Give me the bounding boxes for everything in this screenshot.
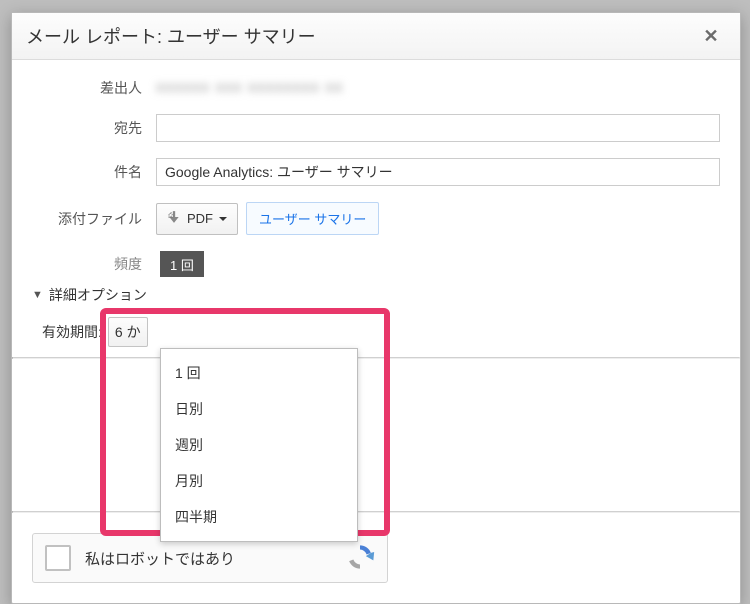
recaptcha-text: 私はロボットではあり: [85, 548, 345, 569]
to-input[interactable]: [156, 114, 720, 142]
row-subject: 件名: [32, 158, 720, 186]
frequency-option[interactable]: 日別: [161, 391, 357, 427]
triangle-down-icon: ▼: [32, 289, 43, 301]
recaptcha-checkbox[interactable]: [45, 545, 71, 571]
lower-area: 私はロボットではあり: [12, 359, 740, 603]
recaptcha-icon: [345, 542, 375, 575]
dialog-close-button[interactable]: ✕: [696, 21, 726, 51]
email-report-dialog: メール レポート: ユーザー サマリー ✕ 差出人 xxxxxx xxx xxx…: [11, 12, 741, 604]
message-body-area[interactable]: [12, 359, 740, 511]
frequency-option[interactable]: 四半期: [161, 499, 357, 535]
pdf-icon: ⎙: [167, 210, 181, 227]
svg-text:⎙: ⎙: [168, 213, 174, 220]
duration-selected-label: 6 か: [115, 322, 141, 342]
label-subject: 件名: [32, 162, 156, 182]
frequency-option[interactable]: 月別: [161, 463, 357, 499]
label-attachment: 添付ファイル: [32, 209, 156, 229]
attachment-format-label: PDF: [187, 211, 213, 226]
frequency-dropdown-button[interactable]: 1 回: [160, 251, 204, 277]
row-sender: 差出人 xxxxxx xxx xxxxxxxx xx: [32, 78, 720, 98]
dialog-title: メール レポート: ユーザー サマリー: [26, 23, 696, 49]
row-duration: 有効期間: 6 か: [32, 317, 720, 347]
row-attachment: 添付ファイル ⎙ PDF ユーザー サマリー: [32, 202, 720, 235]
row-frequency: 頻度 1 回: [32, 251, 720, 277]
frequency-option[interactable]: 週別: [161, 427, 357, 463]
label-to: 宛先: [32, 118, 156, 138]
attachment-tag[interactable]: ユーザー サマリー: [246, 202, 379, 235]
advanced-options-toggle[interactable]: ▼ 詳細オプション: [32, 285, 720, 305]
frequency-selected-label: 1 回: [170, 255, 194, 274]
captcha-separator: [12, 511, 740, 513]
frequency-option[interactable]: 1 回: [161, 355, 357, 391]
label-sender: 差出人: [32, 78, 156, 98]
duration-dropdown[interactable]: 6 か: [108, 317, 148, 347]
subject-input[interactable]: [156, 158, 720, 186]
attachment-format-dropdown[interactable]: ⎙ PDF: [156, 203, 238, 235]
caret-down-icon: [219, 217, 227, 221]
form-area: 差出人 xxxxxx xxx xxxxxxxx xx 宛先 件名 添付ファイル …: [12, 60, 740, 357]
label-duration: 有効期間:: [42, 322, 102, 342]
frequency-dropdown-menu: 1 回 日別 週別 月別 四半期: [160, 348, 358, 542]
label-frequency: 頻度: [32, 254, 156, 274]
advanced-options-label: 詳細オプション: [49, 285, 147, 305]
close-icon: ✕: [703, 26, 718, 47]
sender-value: xxxxxx xxx xxxxxxxx xx: [156, 79, 343, 97]
dialog-titlebar: メール レポート: ユーザー サマリー ✕: [12, 13, 740, 60]
row-to: 宛先: [32, 114, 720, 142]
